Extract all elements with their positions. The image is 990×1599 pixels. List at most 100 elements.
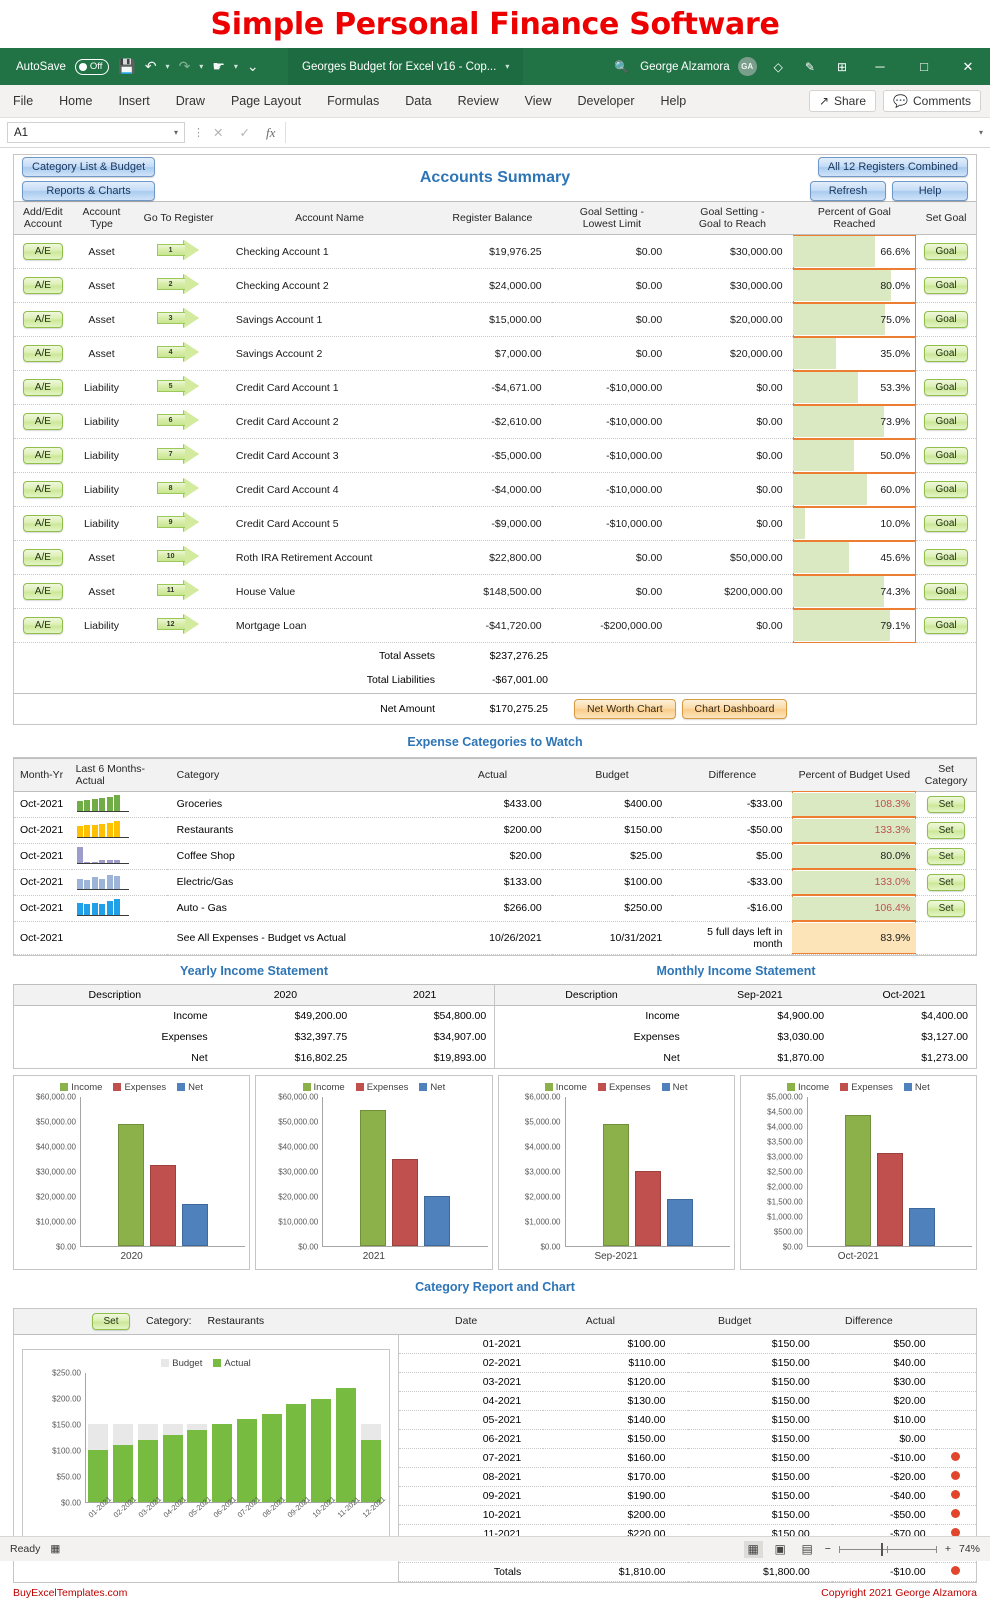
minimize-button[interactable]: ─ (858, 48, 902, 85)
add-edit-account-button[interactable]: A/E (23, 617, 63, 634)
set-category-button[interactable]: Set (927, 874, 965, 891)
category-set-button[interactable]: Set (92, 1313, 130, 1330)
account-chip[interactable]: George Alzamora GA (640, 57, 763, 76)
go-to-register-arrow-icon[interactable]: 7 (157, 445, 201, 463)
ribbon-tab-home[interactable]: Home (46, 85, 105, 118)
refresh-button[interactable]: Refresh (810, 181, 886, 201)
name-box-dropdown-icon[interactable]: ▾ (174, 128, 178, 137)
accessibility-checker-icon[interactable]: ▦ (50, 1543, 60, 1555)
go-to-register-arrow-icon[interactable]: 10 (157, 547, 201, 565)
add-edit-account-button[interactable]: A/E (23, 583, 63, 600)
ribbon-tab-data[interactable]: Data (392, 85, 444, 118)
save-icon[interactable]: 💾 (118, 58, 135, 75)
go-to-register-arrow-icon[interactable]: 2 (157, 275, 201, 293)
ribbon-tab-insert[interactable]: Insert (106, 85, 163, 118)
set-goal-button[interactable]: Goal (924, 413, 968, 430)
autosave-toggle[interactable]: Off (75, 59, 110, 75)
formula-bar-grip[interactable]: ⋮ (185, 126, 213, 139)
add-edit-account-button[interactable]: A/E (23, 311, 63, 328)
ribbon-tab-view[interactable]: View (512, 85, 565, 118)
display-options-icon[interactable]: ⊞ (826, 48, 858, 85)
set-category-button[interactable]: Set (927, 822, 965, 839)
see-all-expenses-link[interactable]: See All Expenses - Budget vs Actual (167, 921, 434, 954)
restore-button[interactable]: □ (902, 48, 946, 85)
set-category-button[interactable]: Set (927, 848, 965, 865)
statement-value-cell: $32,397.75 (216, 1026, 356, 1047)
customize-quick-access-icon[interactable]: ⌄ (247, 58, 259, 75)
zoom-out-button[interactable]: − (825, 1543, 831, 1555)
go-to-register-arrow-icon[interactable]: 6 (157, 411, 201, 429)
ribbon-tab-page-layout[interactable]: Page Layout (218, 85, 314, 118)
add-edit-account-button[interactable]: A/E (23, 481, 63, 498)
help-button[interactable]: Help (892, 181, 968, 201)
search-icon[interactable]: 🔍 (603, 48, 640, 85)
go-to-register-arrow-icon[interactable]: 8 (157, 479, 201, 497)
all-registers-combined-button[interactable]: All 12 Registers Combined (818, 157, 968, 177)
comments-button[interactable]: 💬 Comments (883, 90, 981, 112)
add-edit-account-button[interactable]: A/E (23, 447, 63, 464)
go-to-register-arrow-icon[interactable]: 1 (157, 241, 201, 259)
set-goal-button[interactable]: Goal (924, 277, 968, 294)
set-goal-button[interactable]: Goal (924, 583, 968, 600)
name-box[interactable]: A1 ▾ (7, 122, 185, 143)
category-list-budget-button[interactable]: Category List & Budget (22, 157, 155, 177)
set-goal-button[interactable]: Goal (924, 481, 968, 498)
go-to-register-arrow-icon[interactable]: 4 (157, 343, 201, 361)
cancel-entry-icon[interactable]: ✕ (213, 125, 223, 140)
zoom-slider-thumb[interactable] (881, 1543, 883, 1556)
zoom-level[interactable]: 74% (959, 1543, 980, 1555)
set-goal-button[interactable]: Goal (924, 311, 968, 328)
ribbon-tab-formulas[interactable]: Formulas (314, 85, 392, 118)
zoom-slider[interactable] (839, 1549, 937, 1550)
undo-icon[interactable]: ↶ (145, 58, 157, 75)
document-title-dropdown-icon[interactable]: ▾ (505, 62, 509, 71)
add-edit-account-button[interactable]: A/E (23, 277, 63, 294)
share-button[interactable]: ↗ Share (809, 90, 876, 112)
formula-input[interactable] (285, 122, 973, 143)
set-goal-button[interactable]: Goal (924, 379, 968, 396)
go-to-register-arrow-icon[interactable]: 11 (157, 581, 201, 599)
set-goal-button[interactable]: Goal (924, 243, 968, 260)
diamond-icon[interactable]: ◇ (763, 48, 794, 85)
set-goal-button[interactable]: Goal (924, 515, 968, 532)
set-goal-button[interactable]: Goal (924, 617, 968, 634)
normal-view-icon[interactable]: ▦ (744, 1541, 763, 1558)
set-goal-button[interactable]: Goal (924, 447, 968, 464)
ribbon-tab-review[interactable]: Review (445, 85, 512, 118)
insert-function-icon[interactable]: fx (266, 125, 275, 141)
set-category-button[interactable]: Set (927, 796, 965, 813)
add-edit-account-button[interactable]: A/E (23, 379, 63, 396)
pen-icon[interactable]: ✎ (794, 48, 826, 85)
page-break-view-icon[interactable]: ▤ (798, 1541, 817, 1558)
set-category-button[interactable]: Set (927, 900, 965, 917)
chart-dashboard-button[interactable]: Chart Dashboard (682, 699, 788, 719)
ribbon-tab-help[interactable]: Help (648, 85, 700, 118)
go-to-register-arrow-icon[interactable]: 9 (157, 513, 201, 531)
add-edit-account-button[interactable]: A/E (23, 413, 63, 430)
ribbon-tab-file[interactable]: File (0, 85, 46, 118)
reports-charts-button[interactable]: Reports & Charts (22, 181, 155, 201)
footer-left-link[interactable]: BuyExcelTemplates.com (13, 1587, 127, 1599)
add-edit-account-button[interactable]: A/E (23, 549, 63, 566)
zoom-in-button[interactable]: + (945, 1543, 951, 1555)
set-goal-button[interactable]: Goal (924, 345, 968, 362)
net-worth-chart-button[interactable]: Net Worth Chart (574, 699, 676, 719)
go-to-register-arrow-icon[interactable]: 3 (157, 309, 201, 327)
undo-dropdown-icon[interactable]: ▾ (166, 62, 170, 71)
formula-bar-expand-icon[interactable]: ▾ (973, 128, 983, 137)
col-goal-to-reach: Goal Setting -Goal to Reach (672, 202, 792, 235)
go-to-register-arrow-icon[interactable]: 5 (157, 377, 201, 395)
page-layout-view-icon[interactable]: ▣ (771, 1541, 790, 1558)
set-goal-button[interactable]: Goal (924, 549, 968, 566)
touch-mode-dropdown-icon[interactable]: ▾ (234, 62, 238, 71)
add-edit-account-button[interactable]: A/E (23, 515, 63, 532)
add-edit-account-button[interactable]: A/E (23, 243, 63, 260)
add-edit-account-button[interactable]: A/E (23, 345, 63, 362)
ribbon-tab-developer[interactable]: Developer (565, 85, 648, 118)
document-title-chip[interactable]: Georges Budget for Excel v16 - Cop... ▾ (288, 48, 523, 85)
confirm-entry-icon[interactable]: ✓ (239, 125, 249, 140)
ribbon-tab-draw[interactable]: Draw (163, 85, 218, 118)
go-to-register-arrow-icon[interactable]: 12 (157, 615, 201, 633)
close-button[interactable]: ✕ (946, 48, 990, 85)
touch-mode-icon[interactable]: ☛ (212, 58, 225, 75)
